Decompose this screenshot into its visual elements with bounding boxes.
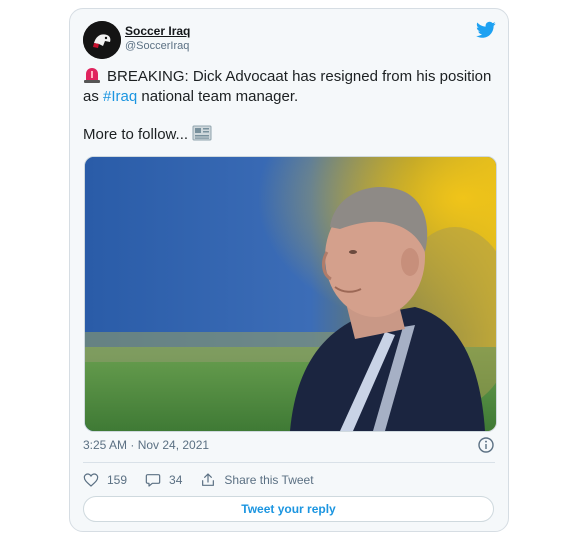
author-block: Soccer Iraq @SoccerIraq bbox=[125, 24, 190, 54]
avatar[interactable] bbox=[83, 21, 121, 59]
photo-coach-portrait bbox=[85, 157, 496, 431]
like-count: 159 bbox=[107, 473, 128, 487]
share-label: Share this Tweet bbox=[224, 473, 314, 487]
twitter-bird-icon[interactable] bbox=[476, 21, 496, 39]
share-button[interactable]: Share this Tweet bbox=[200, 472, 314, 488]
hashtag-link[interactable]: #Iraq bbox=[103, 88, 137, 105]
avatar-logo bbox=[83, 21, 121, 59]
author-name[interactable]: Soccer Iraq bbox=[125, 24, 190, 39]
tweet-line-1: BREAKING: Dick Advocaat has resigned fro… bbox=[83, 67, 493, 107]
tweet-text-part-3: More to follow... bbox=[83, 126, 189, 143]
tweet-card[interactable]: Soccer Iraq @SoccerIraq BREAKING: Dick A… bbox=[69, 8, 509, 532]
tweet-your-reply-button[interactable]: Tweet your reply bbox=[83, 496, 494, 522]
heart-icon bbox=[83, 473, 99, 487]
reply-count: 34 bbox=[169, 473, 183, 487]
author-handle[interactable]: @SoccerIraq bbox=[125, 39, 190, 54]
speech-bubble-icon bbox=[145, 474, 161, 487]
tweet-line-2: More to follow... bbox=[83, 125, 493, 145]
action-bar: 159 34 Share this Tweet bbox=[83, 470, 332, 490]
tweet-text-part-2: national team manager. bbox=[137, 88, 299, 105]
info-icon[interactable] bbox=[478, 437, 494, 453]
share-upload-icon bbox=[202, 473, 215, 486]
tweet-timestamp[interactable]: 3:25 AM · Nov 24, 2021 bbox=[83, 438, 209, 452]
divider bbox=[83, 462, 495, 463]
reply-count-button[interactable]: 34 bbox=[145, 472, 182, 488]
tweet-photo[interactable] bbox=[84, 156, 497, 432]
police-siren-icon bbox=[84, 68, 100, 83]
like-button[interactable]: 159 bbox=[83, 472, 127, 488]
tweet-text: BREAKING: Dick Advocaat has resigned fro… bbox=[83, 67, 493, 145]
newspaper-icon bbox=[192, 125, 212, 141]
